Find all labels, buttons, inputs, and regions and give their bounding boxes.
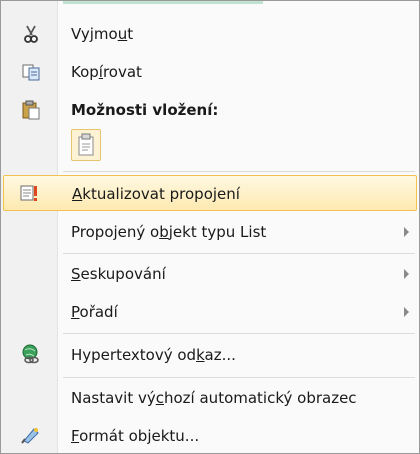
menu-item-hyperlink-label: Hypertextový odkaz... xyxy=(71,346,236,364)
submenu-arrow-icon xyxy=(404,227,409,237)
menu-item-set-default-shape-label: Nastavit výchozí automatický obrazec xyxy=(71,389,357,407)
menu-item-grouping[interactable]: Seskupování xyxy=(1,257,419,291)
menu-item-linked-object-label: Propojený objekt typu List xyxy=(71,223,267,241)
menu-item-cut[interactable]: Vyjmout xyxy=(1,19,419,49)
hyperlink-globe-icon xyxy=(22,344,39,364)
separator xyxy=(63,377,415,378)
paste-options-heading: Možnosti vložení: xyxy=(1,95,419,125)
format-object-icon xyxy=(21,428,39,444)
menu-item-copy[interactable]: Kopírovat xyxy=(1,57,419,87)
menu-item-update-link[interactable]: Aktualizovat propojení xyxy=(3,175,417,211)
menu-item-order-label: Pořadí xyxy=(71,303,118,321)
menu-item-hyperlink[interactable]: Hypertextový odkaz... xyxy=(1,337,419,373)
clipboard-icon xyxy=(22,100,40,120)
menu-item-order[interactable]: Pořadí xyxy=(1,295,419,329)
separator xyxy=(63,333,415,334)
context-menu: Vyjmout Kopírovat Možnosti vložení: Aktu… xyxy=(0,0,420,454)
scissors-icon xyxy=(24,25,38,43)
menu-item-format-object-label: Formát objektu... xyxy=(71,427,200,445)
submenu-arrow-icon xyxy=(404,269,409,279)
menu-item-grouping-label: Seskupování xyxy=(71,265,166,283)
menu-item-cut-label: Vyjmout xyxy=(71,25,134,43)
menu-item-format-object[interactable]: Formát objektu... xyxy=(1,419,419,453)
copy-icon xyxy=(22,64,40,81)
menu-item-copy-label: Kopírovat xyxy=(71,63,142,81)
submenu-arrow-icon xyxy=(404,307,409,317)
paste-option-row xyxy=(1,127,419,165)
paste-options-heading-label: Možnosti vložení: xyxy=(71,101,219,119)
menu-item-update-link-label: Aktualizovat propojení xyxy=(72,185,240,203)
update-link-icon xyxy=(20,185,37,201)
cut-off-top-edge xyxy=(63,1,263,4)
menu-item-linked-object[interactable]: Propojený objekt typu List xyxy=(1,215,419,249)
menu-item-set-default-shape[interactable]: Nastavit výchozí automatický obrazec xyxy=(1,381,419,415)
paste-keep-formatting-button[interactable] xyxy=(71,129,101,161)
paste-keep-formatting-icon xyxy=(78,133,94,156)
separator xyxy=(63,171,415,172)
separator xyxy=(63,253,415,254)
